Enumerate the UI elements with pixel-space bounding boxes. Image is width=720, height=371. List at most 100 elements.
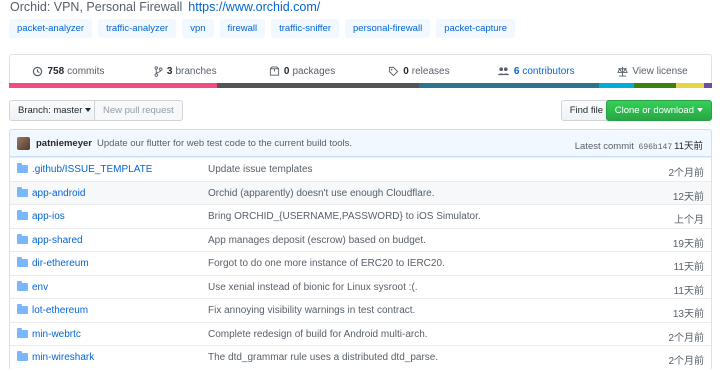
package-icon <box>269 66 279 76</box>
file-name-link[interactable]: app-shared <box>32 235 83 246</box>
file-age: 13天前 <box>672 309 704 320</box>
file-name-link[interactable]: dir-ethereum <box>32 258 89 269</box>
topic-tag[interactable]: vpn <box>182 19 214 38</box>
file-navigation-toolbar: Branch: master New pull request Find fil… <box>9 100 712 122</box>
language-segment <box>675 83 704 88</box>
file-name-link[interactable]: lot-ethereum <box>32 305 88 316</box>
file-commit-message[interactable]: Forgot to do one more instance of ERC20 … <box>208 258 445 269</box>
file-list: .github/ISSUE_TEMPLATE Update issue temp… <box>9 157 712 369</box>
file-age: 11天前 <box>673 262 704 273</box>
contributors-count: 6 <box>513 66 520 77</box>
branch-select-label: Branch: master <box>18 105 83 116</box>
tag-icon <box>389 66 399 77</box>
file-commit-message[interactable]: Fix annoying visibility warnings in test… <box>208 305 415 316</box>
chevron-down-icon <box>85 108 92 113</box>
topic-tag[interactable]: firewall <box>219 19 266 38</box>
file-age: 19天前 <box>672 238 704 250</box>
topic-tag[interactable]: traffic-sniffer <box>271 19 340 38</box>
avatar[interactable] <box>17 137 30 150</box>
latest-commit-bar: patniemeyer Update our flutter for web t… <box>9 129 712 157</box>
topic-tag[interactable]: packet-capture <box>436 19 516 38</box>
find-file-button[interactable]: Find file <box>560 100 612 121</box>
packages-label: packages <box>292 66 336 77</box>
file-name-link[interactable]: min-wireshark <box>32 352 94 363</box>
contributors-label: contributors <box>522 66 575 77</box>
language-segment <box>418 83 600 88</box>
file-commit-message[interactable]: Bring ORCHID_{USERNAME,PASSWORD} to iOS … <box>208 211 481 222</box>
repo-website-link[interactable]: https://www.orchid.com/ <box>188 0 320 14</box>
table-row: dir-ethereum Forgot to do one more insta… <box>10 251 711 275</box>
commit-message[interactable]: Update our flutter for web test code to … <box>97 138 352 149</box>
folder-icon <box>17 280 28 291</box>
releases-count: 0 <box>403 66 409 77</box>
language-segment <box>703 83 713 88</box>
chevron-down-icon <box>697 108 703 113</box>
history-icon <box>33 66 43 77</box>
clone-download-button[interactable]: Clone or download <box>605 100 712 121</box>
file-commit-message[interactable]: Use xenial instead of bionic for Linux s… <box>208 282 418 293</box>
file-age: 2个月前 <box>668 332 704 344</box>
language-bar[interactable] <box>9 83 713 88</box>
file-age: 上个月 <box>674 215 704 226</box>
table-row: app-android Orchid (apparently) doesn't … <box>10 180 711 204</box>
commit-sha-link[interactable]: 696b147 <box>639 143 673 152</box>
branches-count: 3 <box>166 66 173 77</box>
commits-label: commits <box>67 66 105 77</box>
table-row: .github/ISSUE_TEMPLATE Update issue temp… <box>10 157 711 181</box>
table-row: app-ios Bring ORCHID_{USERNAME,PASSWORD}… <box>10 204 711 228</box>
folder-icon <box>17 163 28 173</box>
folder-icon <box>17 210 28 220</box>
folder-icon <box>17 186 28 197</box>
new-pull-request-button[interactable]: New pull request <box>94 100 183 121</box>
releases-label: releases <box>411 66 450 77</box>
file-name-link[interactable]: min-webrtc <box>32 329 81 340</box>
file-age: 2个月前 <box>668 168 704 179</box>
folder-icon <box>17 327 28 338</box>
file-commit-message[interactable]: Complete redesign of build for Android m… <box>208 329 428 340</box>
repo-description: Orchid: VPN, Personal Firewall <box>10 0 183 14</box>
topic-list: packet-analyzer traffic-analyzer vpn fir… <box>9 19 516 38</box>
packages-count: 0 <box>283 66 290 77</box>
latest-commit-label: Latest commit <box>574 141 634 152</box>
branch-select-button[interactable]: Branch: master <box>9 100 101 121</box>
topic-tag[interactable]: personal-firewall <box>345 19 431 38</box>
file-commit-message[interactable]: The dtd_grammar rule uses a distributed … <box>208 352 438 363</box>
file-name-link[interactable]: env <box>32 282 48 293</box>
commits-count: 758 <box>47 66 65 77</box>
file-commit-message[interactable]: App manages deposit (escrow) based on bu… <box>208 235 426 246</box>
file-name-link[interactable]: .github/ISSUE_TEMPLATE <box>32 164 152 175</box>
file-commit-message[interactable]: Orchid (apparently) doesn't use enough C… <box>208 188 435 199</box>
latest-commit-info: Latest commit 696b147 11天前 <box>575 138 703 152</box>
clone-download-label: Clone or download <box>614 105 694 116</box>
file-age: 12天前 <box>672 191 704 203</box>
file-age: 2个月前 <box>668 356 704 367</box>
branch-icon <box>154 66 163 77</box>
file-age: 11天前 <box>673 285 704 297</box>
table-row: lot-ethereum Fix annoying visibility war… <box>10 298 711 322</box>
page-edge <box>712 0 720 371</box>
file-commit-message[interactable]: Update issue templates <box>208 164 313 175</box>
folder-icon <box>17 233 28 244</box>
table-row: min-wireshark The dtd_grammar rule uses … <box>10 345 711 369</box>
table-row: app-shared App manages deposit (escrow) … <box>10 227 711 252</box>
people-icon <box>497 67 509 76</box>
file-name-link[interactable]: app-android <box>32 188 85 199</box>
folder-icon <box>17 351 28 361</box>
language-segment <box>634 83 676 88</box>
folder-icon <box>17 257 28 267</box>
license-label: View license <box>632 66 688 77</box>
topic-tag[interactable]: traffic-analyzer <box>98 19 177 38</box>
language-segment <box>9 83 218 88</box>
law-icon <box>617 66 629 77</box>
language-segment <box>599 83 635 88</box>
topic-tag[interactable]: packet-analyzer <box>9 19 93 38</box>
table-row: env Use xenial instead of bionic for Lin… <box>10 274 711 299</box>
file-name-link[interactable]: app-ios <box>32 211 65 222</box>
language-segment <box>217 83 419 88</box>
branches-label: branches <box>175 66 217 77</box>
table-row: min-webrtc Complete redesign of build fo… <box>10 321 711 346</box>
commit-age: 11天前 <box>674 141 703 152</box>
repo-description-row: Orchid: VPN, Personal Firewall https://ww… <box>10 0 320 14</box>
folder-icon <box>17 304 28 314</box>
commit-author[interactable]: patniemeyer <box>36 138 92 149</box>
